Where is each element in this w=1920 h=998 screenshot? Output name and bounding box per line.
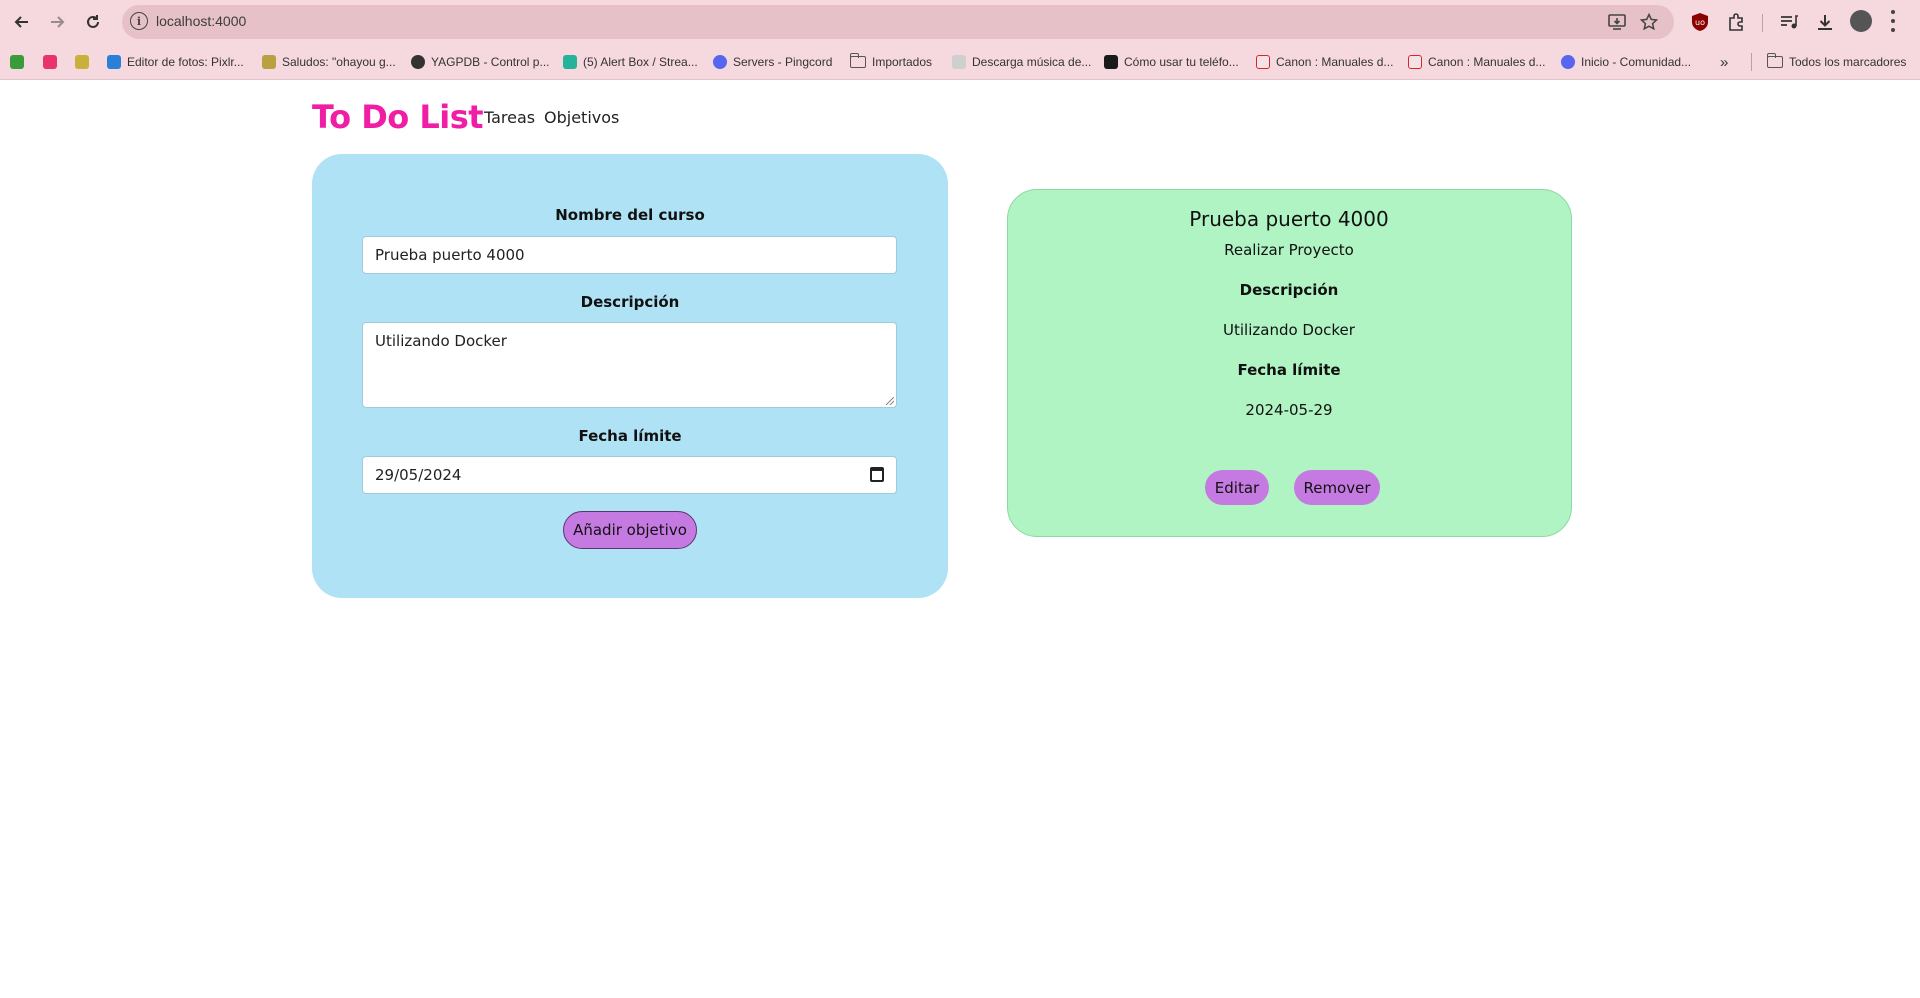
extensions-icon[interactable] <box>1724 10 1748 34</box>
edit-button[interactable]: Editar <box>1205 470 1269 505</box>
site-info-icon[interactable]: i <box>130 12 148 30</box>
forward-icon[interactable] <box>45 10 69 34</box>
pinwheel-favicon-icon <box>75 55 89 69</box>
goal-form-card: Nombre del curso Prueba puerto 4000 Desc… <box>312 154 948 598</box>
canon-favicon-icon <box>1256 55 1270 69</box>
deadline-label: Fecha límite <box>578 427 682 445</box>
svg-text:uo: uo <box>1695 18 1705 27</box>
reload-icon[interactable] <box>81 10 105 34</box>
bookmark-canon-2[interactable]: Canon : Manuales d... <box>1408 52 1545 72</box>
more-bookmarks-icon[interactable]: » <box>1720 52 1728 72</box>
course-name-label: Nombre del curso <box>555 206 705 224</box>
toolbar-separator <box>1762 14 1763 32</box>
app-brand[interactable]: To Do List <box>312 98 484 136</box>
bookmark-gmail[interactable] <box>43 52 63 72</box>
bookmark-label: Saludos: "ohayou g... <box>282 55 396 69</box>
bookmark-saludos[interactable]: Saludos: "ohayou g... <box>262 52 396 72</box>
nav-link-objetivos[interactable]: Objetivos <box>544 108 619 127</box>
discord-favicon-icon <box>713 55 727 69</box>
remove-button[interactable]: Remover <box>1294 470 1380 505</box>
bookmark-label: Canon : Manuales d... <box>1276 55 1394 69</box>
bookmark-pinwheel[interactable] <box>75 52 95 72</box>
browser-toolbar: i localhost:4000 uo <box>0 0 1920 44</box>
install-app-icon[interactable] <box>1606 11 1628 33</box>
bookmark-yagpdb[interactable]: YAGPDB - Control p... <box>411 52 549 72</box>
add-goal-button[interactable]: Añadir objetivo <box>563 511 697 549</box>
address-bar[interactable]: i localhost:4000 <box>122 5 1674 39</box>
bookmark-label: YAGPDB - Control p... <box>431 55 550 69</box>
bookmark-comunidad[interactable]: Inicio - Comunidad... <box>1561 52 1691 72</box>
bookmark-pixlr[interactable]: Editor de fotos: Pixlr... <box>107 52 244 72</box>
downloads-icon[interactable] <box>1813 10 1837 34</box>
course-name-input[interactable]: Prueba puerto 4000 <box>362 236 897 274</box>
browser-menu-icon[interactable] <box>1889 10 1897 32</box>
yagpdb-favicon-icon <box>411 55 425 69</box>
goal-subtitle: Realizar Proyecto <box>1224 241 1354 259</box>
bookmark-folder-importados[interactable]: Importados <box>849 52 933 72</box>
canon-favicon-icon <box>1408 55 1422 69</box>
goal-description: Utilizando Docker <box>1223 321 1355 339</box>
pixlr-favicon-icon <box>107 55 121 69</box>
bookmark-label: (5) Alert Box / Strea... <box>583 55 698 69</box>
bookmark-label: Importados <box>872 55 933 69</box>
bookmarks-bar: Editor de fotos: Pixlr... Saludos: "ohay… <box>0 44 1920 80</box>
phone-favicon-icon <box>1104 55 1118 69</box>
all-bookmarks-folder[interactable]: Todos los marcadores <box>1766 52 1907 72</box>
description-textarea[interactable]: Utilizando Docker <box>362 322 897 408</box>
course-name-value: Prueba puerto 4000 <box>375 246 525 264</box>
bookmark-label: Inicio - Comunidad... <box>1581 55 1692 69</box>
calendar-icon[interactable] <box>870 467 884 482</box>
bookmark-star-icon[interactable] <box>1638 11 1660 33</box>
goal-deadline-label: Fecha límite <box>1237 361 1341 379</box>
bookmark-telefono[interactable]: Cómo usar tu teléfo... <box>1104 52 1239 72</box>
url-text[interactable]: localhost:4000 <box>156 13 246 29</box>
all-bookmarks-label: Todos los marcadores <box>1789 55 1907 69</box>
bookmarks-separator <box>1751 53 1752 71</box>
goal-title: Prueba puerto 4000 <box>1189 207 1389 231</box>
back-icon[interactable] <box>10 10 34 34</box>
bookmark-label: Cómo usar tu teléfo... <box>1124 55 1239 69</box>
bookmark-pingcord[interactable]: Servers - Pingcord <box>713 52 832 72</box>
bookmark-label: Servers - Pingcord <box>733 55 833 69</box>
bookmark-label: Canon : Manuales d... <box>1428 55 1546 69</box>
description-value: Utilizando Docker <box>375 332 507 350</box>
bookmark-alertbox[interactable]: (5) Alert Box / Strea... <box>563 52 698 72</box>
bookmark-canon-1[interactable]: Canon : Manuales d... <box>1256 52 1393 72</box>
folder-icon <box>849 53 866 68</box>
description-label: Descripción <box>580 293 680 311</box>
resize-handle-icon[interactable] <box>886 397 894 405</box>
bookmark-descarga-musica[interactable]: Descarga música de... <box>952 52 1091 72</box>
nav-link-tareas[interactable]: Tareas <box>484 108 535 127</box>
deadline-value: 29/05/2024 <box>375 466 462 484</box>
streamlabs-favicon-icon <box>563 55 577 69</box>
deadline-date-input[interactable]: 29/05/2024 <box>362 456 897 494</box>
folder-icon <box>1766 53 1783 68</box>
bookmark-label: Editor de fotos: Pixlr... <box>127 55 244 69</box>
bookmark-sheets[interactable] <box>10 52 30 72</box>
discord-favicon-icon <box>1561 55 1575 69</box>
goal-card: Prueba puerto 4000 Realizar Proyecto Des… <box>1007 189 1572 537</box>
gmail-favicon-icon <box>43 55 57 69</box>
saludos-favicon-icon <box>262 55 276 69</box>
media-controls-icon[interactable] <box>1777 10 1801 34</box>
music-favicon-icon <box>952 55 966 69</box>
sheets-favicon-icon <box>10 55 24 69</box>
goal-description-label: Descripción <box>1239 281 1339 299</box>
bookmark-label: Descarga música de... <box>972 55 1092 69</box>
ublock-icon[interactable]: uo <box>1688 10 1712 34</box>
profile-avatar[interactable] <box>1850 10 1872 32</box>
goal-deadline: 2024-05-29 <box>1245 401 1333 419</box>
